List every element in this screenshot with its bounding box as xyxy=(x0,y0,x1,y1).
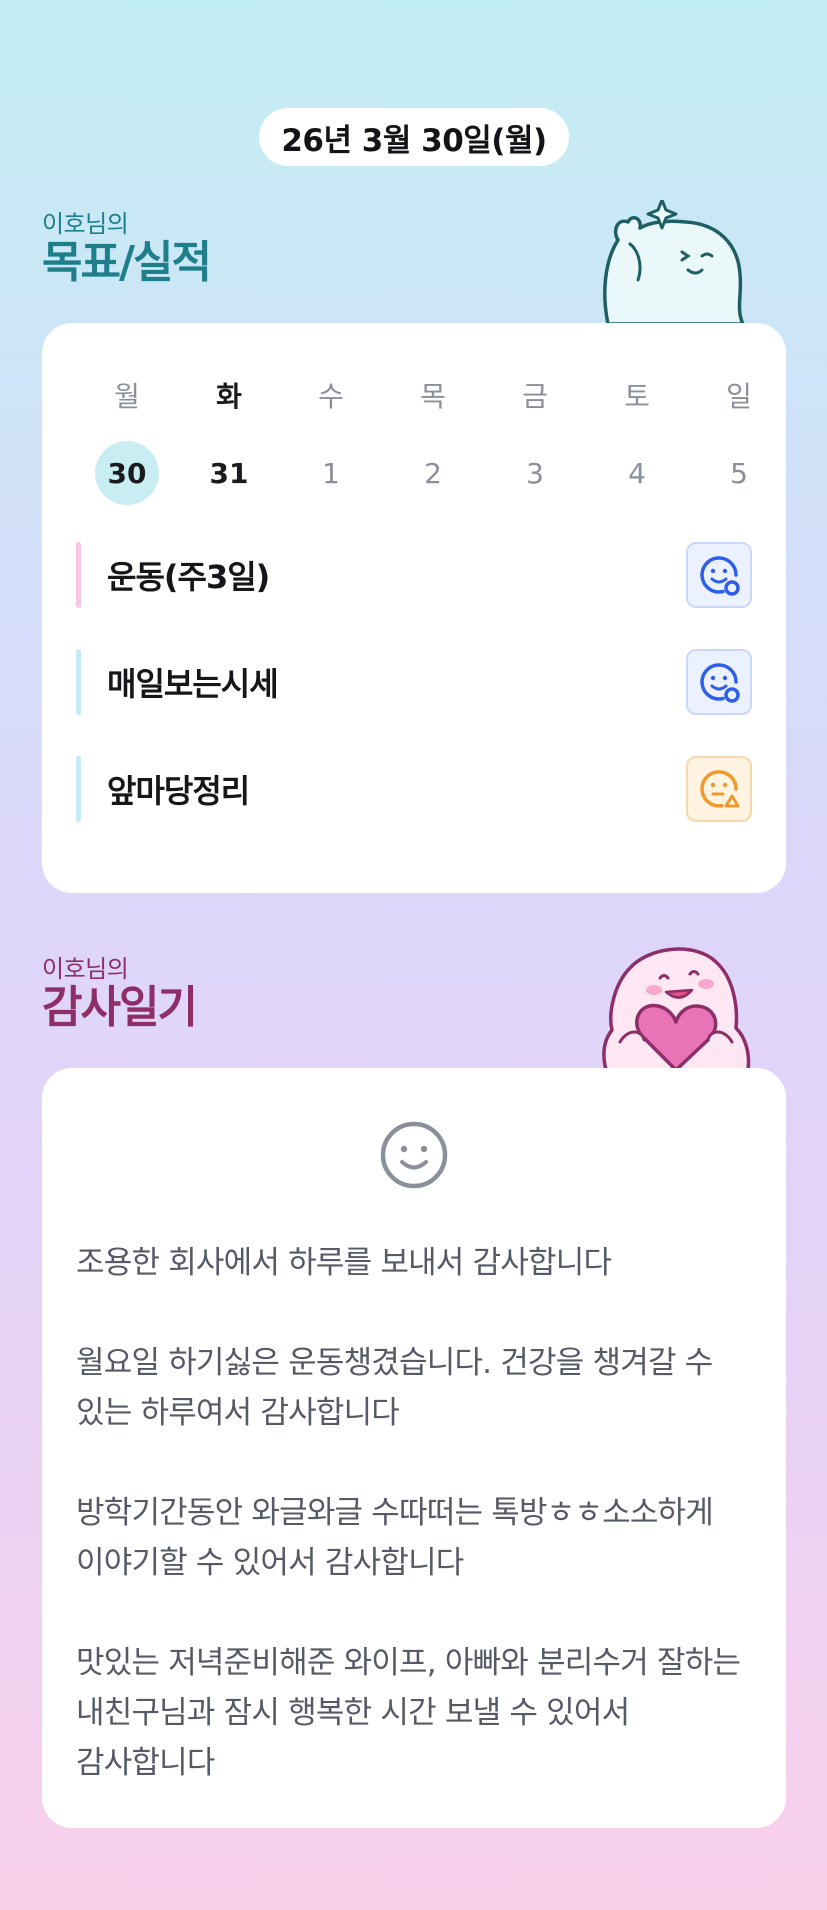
date-cell[interactable]: 1 xyxy=(280,441,382,505)
heart-mascot-icon xyxy=(602,947,751,1070)
date-cell[interactable]: 5 xyxy=(688,441,790,505)
date-number: 30 xyxy=(107,456,147,490)
date-cell-selected[interactable]: 30 xyxy=(76,441,178,505)
goal-label: 매일보는시세 xyxy=(107,665,279,703)
weekday-mon: 월 xyxy=(114,380,140,413)
goal-label: 앞마당정리 xyxy=(107,772,250,810)
weekday-wed: 수 xyxy=(318,380,344,413)
goals-section-title: 이호님의 목표/실적 xyxy=(42,210,212,288)
waving-mascot-icon xyxy=(603,200,745,324)
gratitude-entry: 방학기간동안 와글와글 수따떠는 톡방ㅎㅎ소소하게 이야기할 수 있어서 감사합… xyxy=(76,1495,714,1581)
gratitude-section-title: 이호님의 감사일기 xyxy=(42,955,198,1033)
goals-owner-label: 이호님의 xyxy=(42,210,129,238)
selected-date-highlight: 30 xyxy=(95,441,159,505)
meh-triangle-icon xyxy=(700,770,740,808)
smiley-face-icon[interactable] xyxy=(380,1121,448,1189)
smile-circle-icon xyxy=(700,663,740,703)
date-cell[interactable]: 4 xyxy=(586,441,688,505)
goal-item[interactable]: 앞마당정리 xyxy=(76,756,752,822)
date-selector[interactable]: 26년 3월 30일(월) xyxy=(259,108,569,166)
weekday-fri: 금 xyxy=(522,380,548,413)
weekday-sat: 토 xyxy=(624,380,650,413)
gratitude-entry: 맛있는 저녁준비해준 와이프, 아빠와 분리수거 잘하는 내친구님과 잠시 행복… xyxy=(76,1645,741,1781)
goal-color-bar xyxy=(76,756,81,822)
date-cell[interactable]: 31 xyxy=(178,441,280,505)
goal-item[interactable]: 운동(주3일) xyxy=(76,542,752,608)
goals-card: 월 화 수 목 금 토 일 30 31 1 2 3 4 5 운동(주3일) 매일… xyxy=(42,323,786,893)
current-date: 26년 3월 30일(월) xyxy=(281,122,547,159)
gratitude-entry: 조용한 회사에서 하루를 보내서 감사합니다 xyxy=(76,1245,612,1281)
weekday-tue: 화 xyxy=(216,380,242,413)
goal-status-button[interactable] xyxy=(686,756,752,822)
goal-status-button[interactable] xyxy=(686,542,752,608)
gratitude-entry: 월요일 하기싫은 운동챙겼습니다. 건강을 챙겨갈 수 있는 하루여서 감사합니… xyxy=(76,1345,713,1431)
gratitude-owner-label: 이호님의 xyxy=(42,955,129,983)
goal-status-button[interactable] xyxy=(686,649,752,715)
weekday-thu: 목 xyxy=(420,380,446,413)
weekday-sun: 일 xyxy=(726,380,752,413)
date-cell[interactable]: 3 xyxy=(484,441,586,505)
week-calendar: 월 화 수 목 금 토 일 30 31 1 2 3 4 5 xyxy=(76,375,790,505)
gratitude-title: 감사일기 xyxy=(42,982,198,1033)
date-cell[interactable]: 2 xyxy=(382,441,484,505)
goal-item[interactable]: 매일보는시세 xyxy=(76,649,752,715)
goal-label: 운동(주3일) xyxy=(107,558,270,596)
goal-color-bar xyxy=(76,649,81,715)
smile-circle-icon xyxy=(700,556,740,596)
goals-title: 목표/실적 xyxy=(42,237,212,288)
gratitude-entries: 조용한 회사에서 하루를 보내서 감사합니다 월요일 하기싫은 운동챙겼습니다.… xyxy=(76,1238,756,1838)
goal-color-bar xyxy=(76,542,81,608)
gratitude-card: 조용한 회사에서 하루를 보내서 감사합니다 월요일 하기싫은 운동챙겼습니다.… xyxy=(42,1068,786,1828)
